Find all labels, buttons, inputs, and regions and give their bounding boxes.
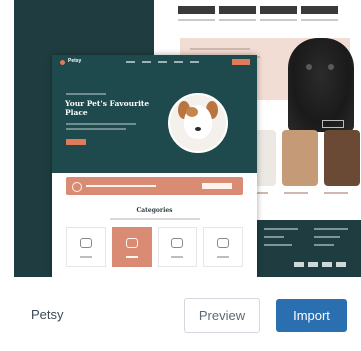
mockup-brand: Petsy <box>68 58 82 64</box>
mockup-hero-button <box>66 139 86 145</box>
mockup-nav: Petsy <box>52 55 257 69</box>
thumbnail-captions <box>178 18 338 22</box>
mockup-categories-heading: Categories <box>136 207 173 214</box>
category-card <box>203 227 243 267</box>
category-card <box>157 227 198 267</box>
template-preview-image[interactable]: Petsy Your Pet's Favourite Place Categor… <box>14 0 361 277</box>
mockup-home-page: Petsy Your Pet's Favourite Place Categor… <box>52 55 257 277</box>
view-all-button <box>322 120 344 128</box>
mockup-category-list <box>66 227 243 267</box>
dog-photo <box>168 93 228 153</box>
promo-icon <box>72 182 82 192</box>
template-name: Petsy <box>31 307 64 322</box>
pug-photo <box>288 38 354 132</box>
mockup-promo-banner <box>66 177 243 195</box>
payment-badges <box>294 262 346 267</box>
mockup-hero: Petsy Your Pet's Favourite Place <box>52 55 257 173</box>
mockup-nav-button <box>232 59 250 65</box>
category-card <box>111 227 152 267</box>
paw-logo-icon <box>60 60 65 65</box>
pet-gallery <box>240 130 360 186</box>
mockup-hero-title: Your Pet's Favourite Place <box>65 99 150 117</box>
preview-button[interactable]: Preview <box>184 298 260 333</box>
category-card <box>66 227 106 267</box>
import-button[interactable]: Import <box>276 299 347 332</box>
thumbnail-strip <box>178 6 338 16</box>
